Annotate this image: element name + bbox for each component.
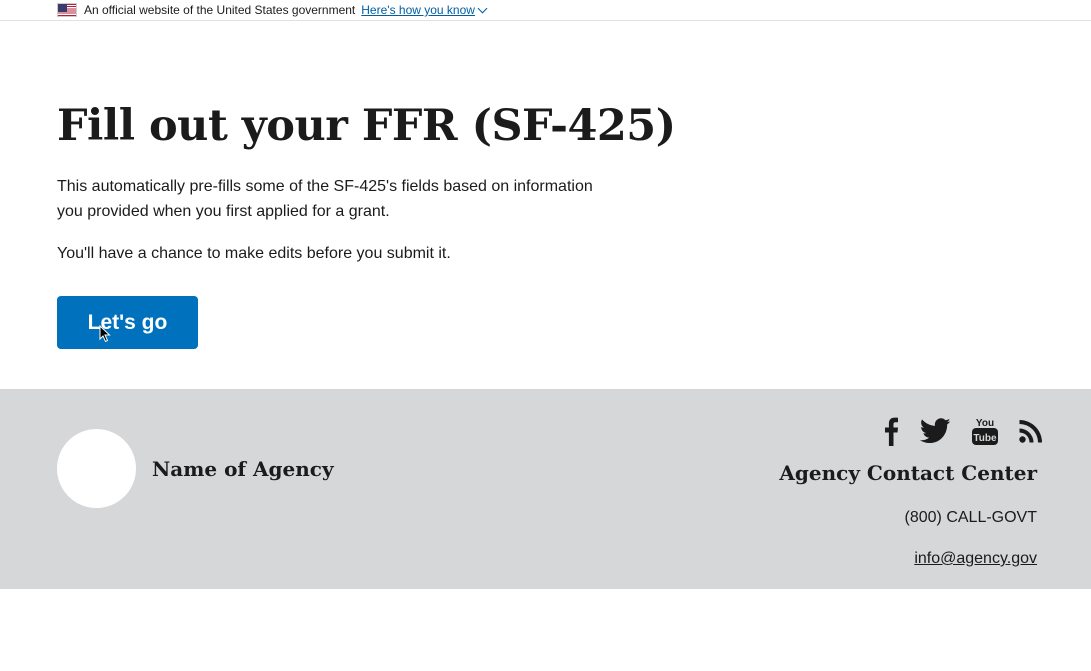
official-website-text: An official website of the United States… [84,3,356,17]
intro-paragraph: This automatically pre-fills some of the… [57,178,593,220]
facebook-icon[interactable] [883,416,899,446]
svg-text:You: You [976,418,994,429]
chevron-down-icon [477,3,488,14]
agency-name: Name of Agency [152,457,334,481]
how-you-know-label: Here's how you know [361,3,475,17]
contact-center-heading: Agency Contact Center [779,461,1037,485]
twitter-icon[interactable] [920,418,951,444]
rss-icon[interactable] [1019,419,1043,443]
gov-banner: An official website of the United States… [0,0,1091,21]
us-flag-icon [57,3,77,17]
edit-notice-paragraph: You'll have a chance to make edits befor… [57,245,451,262]
agency-logo [57,429,136,508]
contact-email-link[interactable]: info@agency.gov [914,550,1037,568]
site-footer: Name of Agency You Tube Agency Contact C… [0,389,1091,589]
page-title: Fill out your FFR (SF-425) [57,101,676,151]
main-content: Fill out your FFR (SF-425) This automati… [0,21,1091,388]
svg-text:Tube: Tube [973,433,997,444]
youtube-icon[interactable]: You Tube [972,416,998,446]
contact-phone: (800) CALL-GOVT [904,509,1037,526]
lets-go-button[interactable]: Let's go [57,296,198,349]
social-links: You Tube [883,416,1043,446]
how-you-know-link[interactable]: Here's how you know [361,3,488,17]
